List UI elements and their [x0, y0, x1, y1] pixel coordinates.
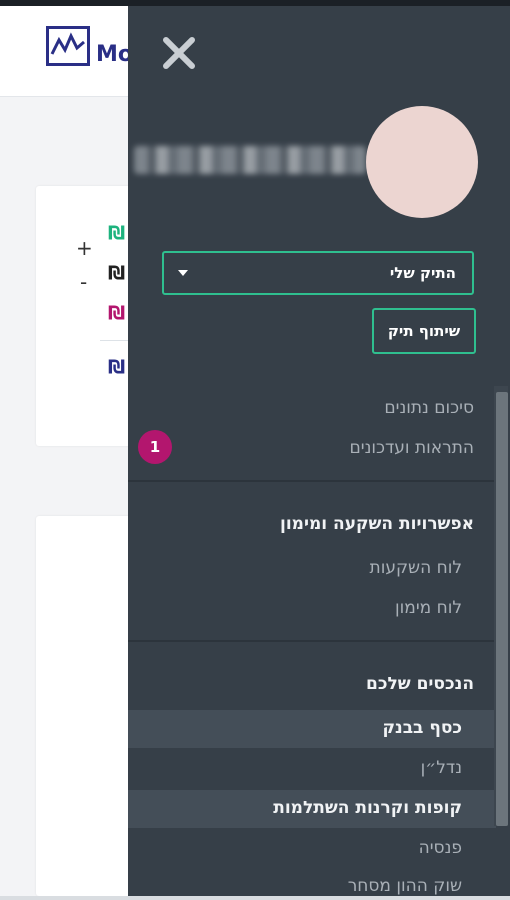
section-header-investment[interactable]: אפשרויות השקעה ומימון [280, 514, 474, 534]
shekel-icon: ₪ [108, 302, 126, 324]
menu-item-alerts[interactable]: התראות ועדכונים [349, 438, 474, 458]
expand-plus-icon[interactable]: + [76, 236, 93, 260]
scrollbar-thumb[interactable] [496, 392, 508, 826]
section-header-assets[interactable]: הנכסים שלכם [366, 674, 474, 694]
shekel-icon: ₪ [108, 222, 126, 244]
menu-item-funds[interactable]: קופות וקרנות השתלמות [273, 798, 462, 818]
chevron-down-icon [178, 270, 188, 276]
menu-item-financing-board[interactable]: לוח מימון [395, 598, 462, 618]
bottom-edge [0, 896, 510, 900]
side-drawer: התיק שלי שיתוף תיק סיכום נתונים 1 התראות… [128, 6, 510, 896]
card-divider [100, 340, 130, 341]
menu-divider [128, 480, 496, 482]
share-portfolio-button[interactable]: שיתוף תיק [372, 308, 476, 354]
menu-item-pension[interactable]: פנסיה [419, 838, 462, 858]
collapse-minus-icon[interactable]: - [80, 270, 87, 294]
menu-item-stock-market[interactable]: שוק ההון מסחר [348, 876, 462, 896]
username-blurred [134, 146, 366, 174]
menu-divider [128, 640, 496, 642]
shekel-icon: ₪ [108, 262, 126, 284]
avatar[interactable] [366, 106, 478, 218]
portfolio-select[interactable]: התיק שלי [162, 251, 474, 295]
menu-item-real-estate[interactable]: נדל״ן [421, 758, 462, 778]
portfolio-select-value: התיק שלי [389, 264, 456, 282]
chart-logo-icon[interactable] [46, 26, 90, 66]
menu-item-investment-board[interactable]: לוח השקעות [370, 558, 462, 578]
menu-item-bank-money[interactable]: כסף בבנק [382, 718, 462, 738]
menu-item-summary[interactable]: סיכום נתונים [384, 398, 474, 418]
close-icon[interactable] [162, 36, 196, 70]
shekel-icon: ₪ [108, 356, 126, 378]
alerts-count-badge: 1 [138, 430, 172, 464]
